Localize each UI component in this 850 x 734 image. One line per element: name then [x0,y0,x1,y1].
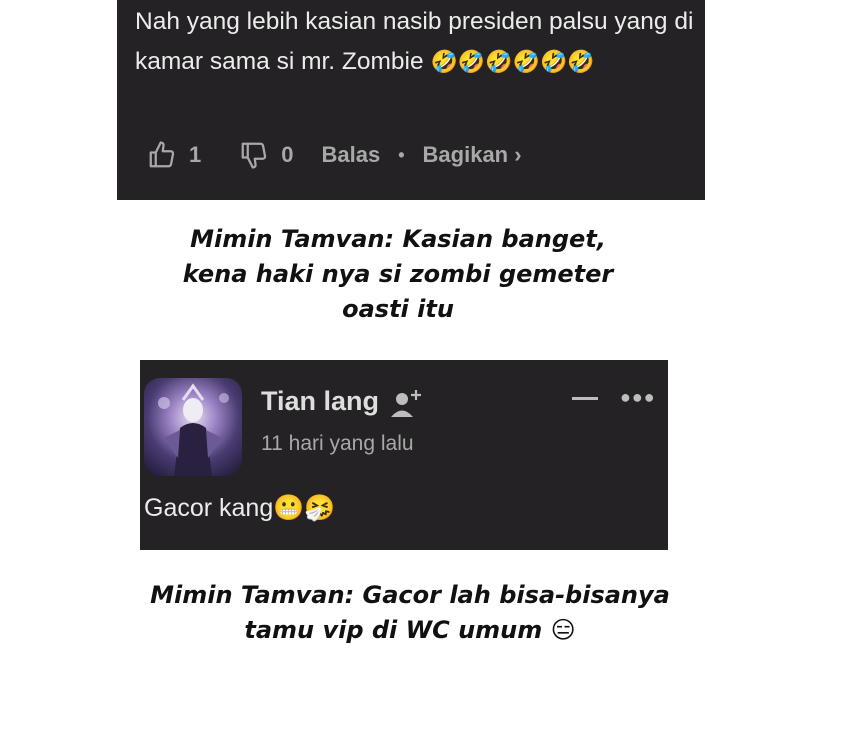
grimace-sneeze-emoji: 😬🤧 [273,494,336,522]
comment-body: Gacor kang [144,494,274,522]
separator-dot: • [398,144,405,165]
avatar[interactable] [144,378,242,476]
caption-line: kena haki nya si zombi gemeter [182,260,614,288]
dislike-count: 0 [281,142,294,167]
thumbs-up-icon[interactable] [147,140,177,170]
username[interactable]: Tian lang [261,386,379,417]
comment-card-1: Nah yang lebih kasian nasib presiden pal… [117,0,705,200]
more-icon[interactable]: ●●● [620,387,656,408]
add-user-icon[interactable] [390,387,424,424]
caption-line: oasti itu [342,295,454,323]
caption-1: Mimin Tamvan: Kasian banget, kena haki n… [0,222,796,327]
comment-actions: 1 0 Balas • Bagikan › [147,138,522,172]
caption-line: tamu vip di WC umum 😑 [244,616,576,644]
minimize-icon[interactable] [572,397,598,400]
thumbs-down-icon[interactable] [239,140,269,170]
caption-line: Mimin Tamvan: Kasian banget, [190,225,606,253]
laughing-emoji: 🤣🤣🤣🤣🤣🤣 [430,49,595,74]
comment-card-2: Tian lang 11 hari yang lalu ●●● Gacor ka… [140,360,668,550]
share-button[interactable]: Bagikan › [423,142,522,168]
comment-text: Gacor kang😬🤧 [144,494,336,523]
comment-text: Nah yang lebih kasian nasib presiden pal… [135,2,695,82]
like-count: 1 [189,142,202,167]
caption-2: Mimin Tamvan: Gacor lah bisa-bisanya tam… [0,578,820,648]
timestamp: 11 hari yang lalu [261,432,414,455]
reply-button[interactable]: Balas [322,142,381,168]
comment-body: Nah yang lebih kasian nasib presiden pal… [135,8,694,75]
caption-line: Mimin Tamvan: Gacor lah bisa-bisanya [150,581,670,609]
